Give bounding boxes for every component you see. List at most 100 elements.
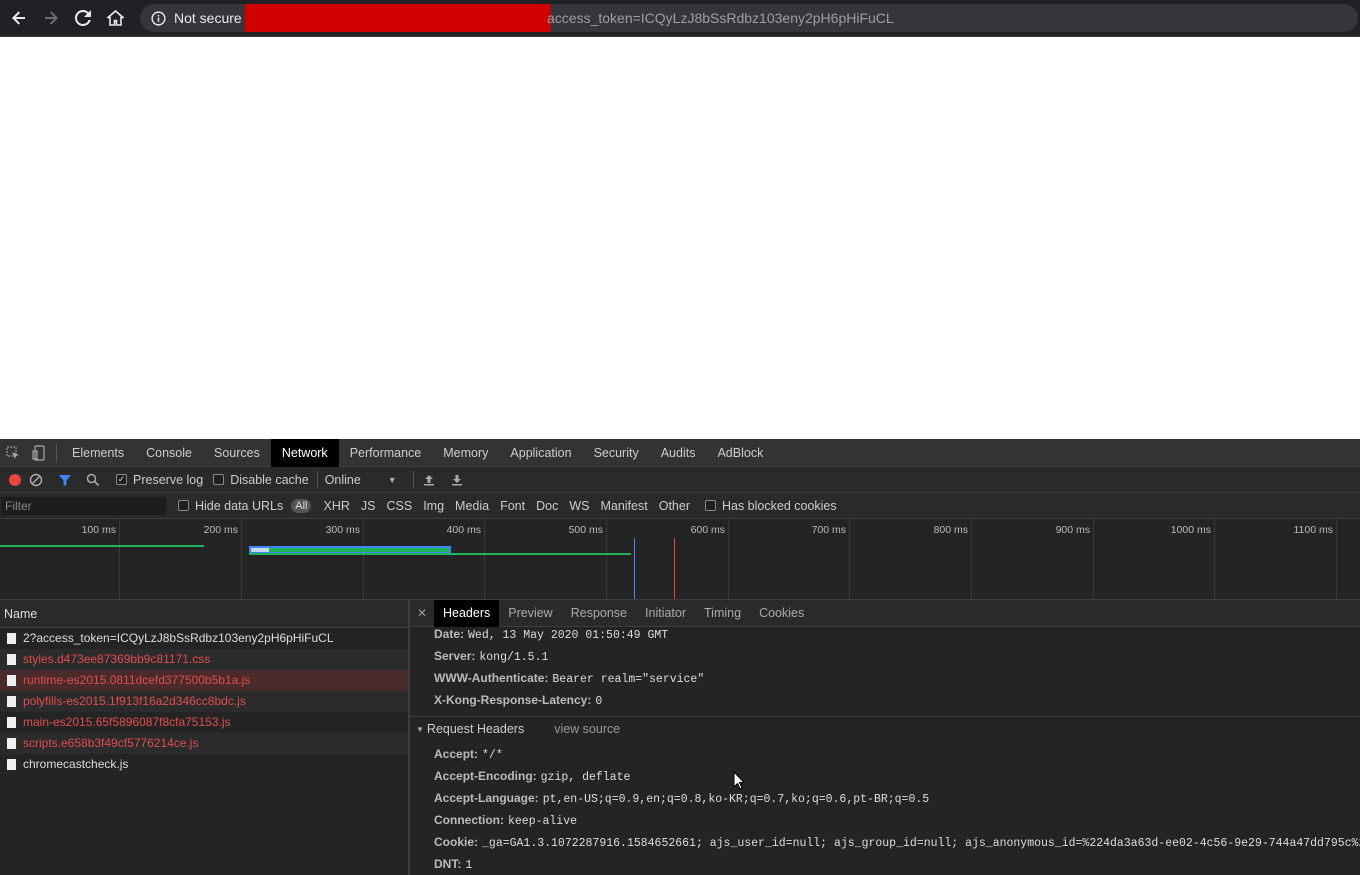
header-value: 1 <box>465 859 473 872</box>
back-button[interactable] <box>3 3 35 33</box>
header-value: gzip, deflate <box>540 771 631 784</box>
file-icon <box>7 696 16 707</box>
header-row[interactable]: Connection: keep-alive <box>434 813 577 828</box>
details-tab-cookies[interactable]: Cookies <box>750 600 813 627</box>
table-row[interactable]: main-es2015.65f5896087f8cfa75153.js <box>0 712 408 733</box>
header-row[interactable]: WWW-Authenticate: Bearer realm="service" <box>434 671 704 686</box>
tab-performance[interactable]: Performance <box>339 439 433 467</box>
tab-memory[interactable]: Memory <box>432 439 499 467</box>
header-row[interactable]: Server: kong/1.5.1 <box>434 649 548 664</box>
preserve-log-checkbox[interactable]: ✓ Preserve log <box>116 473 203 487</box>
header-key: Date: <box>434 627 465 641</box>
tab-elements[interactable]: Elements <box>61 439 135 467</box>
chevron-down-icon: ▼ <box>387 474 397 485</box>
checkbox-unchecked-icon[interactable] <box>704 500 716 511</box>
tab-console[interactable]: Console <box>135 439 203 467</box>
table-row[interactable]: polyfills-es2015.1f913f16a2d346cc8bdc.js <box>0 691 408 712</box>
security-label[interactable]: Not secure <box>174 10 242 26</box>
header-row[interactable]: Cookie: _ga=GA1.3.1072287916.1584652661; … <box>434 835 1360 850</box>
table-row[interactable]: chromecastcheck.js <box>0 754 408 775</box>
tab-application[interactable]: Application <box>499 439 582 467</box>
forward-button[interactable] <box>35 3 67 33</box>
info-icon[interactable] <box>150 10 166 26</box>
import-har-icon[interactable] <box>422 473 436 487</box>
filter-type-img[interactable]: Img <box>423 499 444 513</box>
timeline-gridline <box>363 519 364 599</box>
tab-audits[interactable]: Audits <box>650 439 707 467</box>
throttling-select[interactable]: Online ▼ <box>325 473 405 487</box>
table-row[interactable]: runtime-es2015.0811dcefd377500b5b1a.js <box>0 670 408 691</box>
timeline-gridline <box>484 519 485 599</box>
reload-button[interactable] <box>67 3 99 33</box>
browser-toolbar: Not secure access_token=ICQyLzJ8bSsRdbz1… <box>0 0 1360 37</box>
tab-network[interactable]: Network <box>270 438 339 467</box>
network-toolbar: ✓ Preserve log Disable cache Online ▼ <box>0 467 1360 493</box>
home-button[interactable] <box>99 3 131 33</box>
clear-icon[interactable] <box>29 473 43 487</box>
tab-security[interactable]: Security <box>583 439 650 467</box>
filter-type-ws[interactable]: WS <box>569 499 589 513</box>
checkbox-unchecked-icon[interactable] <box>213 474 225 485</box>
inspect-element-icon[interactable] <box>0 439 26 467</box>
header-key: Accept: <box>434 747 479 761</box>
filter-type-doc[interactable]: Doc <box>536 499 558 513</box>
filter-type-manifest[interactable]: Manifest <box>600 499 647 513</box>
page-content <box>0 37 1360 439</box>
filter-type-xhr[interactable]: XHR <box>323 499 349 513</box>
filter-type-other[interactable]: Other <box>659 499 690 513</box>
timeline-tick-label: 1000 ms <box>1170 524 1211 536</box>
filter-input[interactable] <box>1 496 166 515</box>
checkbox-checked-icon[interactable]: ✓ <box>116 474 127 485</box>
arrow-left-icon <box>12 11 25 25</box>
close-icon[interactable]: ✕ <box>410 606 434 620</box>
checkbox-unchecked-icon[interactable] <box>178 500 189 511</box>
table-row[interactable]: styles.d473ee87369bb9c81171.css <box>0 649 408 670</box>
header-row[interactable]: Accept-Encoding: gzip, deflate <box>434 769 630 784</box>
header-row[interactable]: Date: Wed, 13 May 2020 01:50:49 GMT <box>434 627 668 642</box>
request-headers-section[interactable]: ▼ Request Headers view source <box>416 722 620 736</box>
filter-type-media[interactable]: Media <box>455 499 489 513</box>
has-blocked-cookies-checkbox[interactable]: Has blocked cookies <box>704 499 837 513</box>
filter-type-font[interactable]: Font <box>500 499 525 513</box>
details-tab-timing[interactable]: Timing <box>695 600 750 627</box>
filter-type-all[interactable]: All <box>291 498 312 513</box>
section-divider <box>410 716 1360 717</box>
header-row[interactable]: Accept: */* <box>434 747 503 762</box>
table-row[interactable]: 2?access_token=ICQyLzJ8bSsRdbz103eny2pH6… <box>0 628 408 649</box>
header-key: X-Kong-Response-Latency: <box>434 693 592 707</box>
disable-cache-label: Disable cache <box>230 472 309 487</box>
timeline-tick-label: 900 ms <box>1055 524 1090 536</box>
column-header-name[interactable]: Name <box>0 600 408 628</box>
filter-type-css[interactable]: CSS <box>386 499 412 513</box>
details-tab-preview[interactable]: Preview <box>499 600 561 627</box>
timeline-tick-label: 300 ms <box>325 524 360 536</box>
timeline-gridline <box>241 519 242 599</box>
redacted-url-block <box>245 4 551 32</box>
filter-type-js[interactable]: JS <box>361 499 376 513</box>
header-row[interactable]: Accept-Language: pt,en-US;q=0.9,en;q=0.8,… <box>434 791 929 806</box>
search-icon[interactable] <box>86 473 100 487</box>
url-text[interactable]: access_token=ICQyLzJ8bSsRdbz103eny2pH6pH… <box>547 10 894 26</box>
device-toolbar-icon[interactable] <box>26 439 52 467</box>
record-icon[interactable] <box>9 473 21 486</box>
header-value: Bearer realm="service" <box>552 673 705 686</box>
export-har-icon[interactable] <box>450 473 464 487</box>
details-tab-initiator[interactable]: Initiator <box>636 600 695 627</box>
hide-data-urls-checkbox[interactable]: Hide data URLs <box>178 499 283 513</box>
timeline-gridline <box>1214 519 1215 599</box>
view-source-link[interactable]: view source <box>554 722 620 736</box>
timeline-gridline <box>849 519 850 599</box>
details-tab-response[interactable]: Response <box>562 600 636 627</box>
filter-icon[interactable] <box>58 473 72 487</box>
header-row[interactable]: X-Kong-Response-Latency: 0 <box>434 693 602 708</box>
tab-sources[interactable]: Sources <box>203 439 271 467</box>
network-overview-timeline[interactable]: 100 ms 200 ms 300 ms 400 ms 500 ms 600 ms 700 … <box>0 519 1360 600</box>
header-row[interactable]: DNT: 1 <box>434 857 472 872</box>
table-row[interactable]: scripts.e658b3f49cf5776214ce.js <box>0 733 408 754</box>
request-list: Name 2?access_token=ICQyLzJ8bSsRdbz103en… <box>0 600 408 875</box>
details-tab-headers[interactable]: Headers <box>434 600 500 627</box>
tab-adblock[interactable]: AdBlock <box>706 439 774 467</box>
timeline-bar <box>251 548 269 552</box>
address-bar[interactable]: Not secure access_token=ICQyLzJ8bSsRdbz1… <box>140 4 1358 32</box>
disable-cache-checkbox[interactable]: Disable cache <box>213 473 309 487</box>
